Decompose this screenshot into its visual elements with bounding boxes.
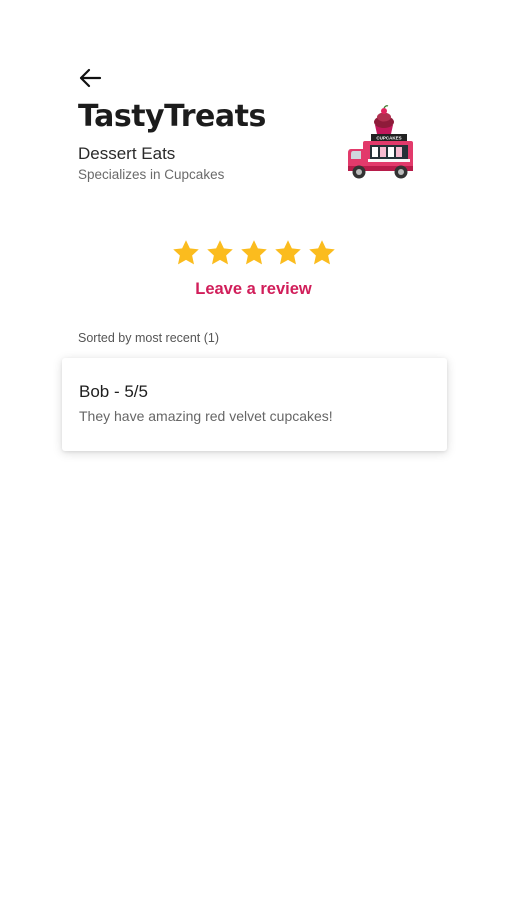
truck-sign-label: CUPCAKES [376,136,401,141]
rating-stars[interactable] [171,238,337,272]
truck-category: Dessert Eats [78,144,176,163]
star-icon[interactable] [307,238,337,268]
truck-specialty: Specializes in Cupcakes [78,167,225,182]
page-title: TastyTreats [78,99,266,134]
star-icon[interactable] [171,238,201,268]
review-author-rating: Bob - 5/5 [79,382,148,401]
sort-label: Sorted by most recent (1) [78,331,220,345]
star-icon[interactable] [239,238,269,268]
star-icon[interactable] [273,238,303,268]
leave-review-link[interactable]: Leave a review [0,280,507,299]
review-text: They have amazing red velvet cupcakes! [79,408,333,424]
review-card: Bob - 5/5 They have amazing red velvet c… [62,358,447,451]
back-arrow-icon[interactable] [76,64,104,92]
star-icon[interactable] [205,238,235,268]
food-truck-image: CUPCAKES [343,104,419,184]
